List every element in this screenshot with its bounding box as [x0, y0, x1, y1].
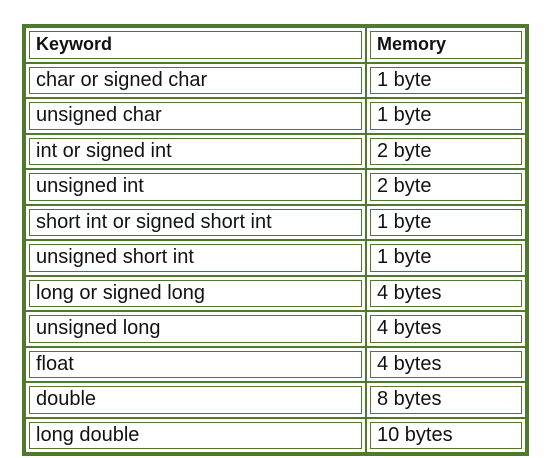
table-row: double 8 bytes	[26, 383, 525, 417]
table-row: unsigned short int 1 byte	[26, 241, 525, 275]
table-row: unsigned char 1 byte	[26, 99, 525, 133]
memory-cell: 4 bytes	[367, 347, 525, 381]
memory-cell: 1 byte	[367, 63, 525, 97]
table-row: int or signed int 2 byte	[26, 134, 525, 168]
memory-cell: 4 bytes	[367, 276, 525, 310]
keyword-cell: unsigned char	[26, 99, 365, 133]
keyword-cell: int or signed int	[26, 134, 365, 168]
header-memory: Memory	[367, 28, 525, 62]
data-type-memory-table: Keyword Memory char or signed char 1 byt…	[24, 26, 527, 454]
header-keyword: Keyword	[26, 28, 365, 62]
keyword-cell: unsigned int	[26, 170, 365, 204]
memory-cell: 2 byte	[367, 170, 525, 204]
memory-cell: 4 bytes	[367, 312, 525, 346]
keyword-cell: long or signed long	[26, 276, 365, 310]
memory-cell: 2 byte	[367, 134, 525, 168]
table-row: float 4 bytes	[26, 347, 525, 381]
table-row: unsigned int 2 byte	[26, 170, 525, 204]
table-row: short int or signed short int 1 byte	[26, 205, 525, 239]
table-row: long double 10 bytes	[26, 418, 525, 452]
memory-cell: 10 bytes	[367, 418, 525, 452]
keyword-cell: double	[26, 383, 365, 417]
table-header-row: Keyword Memory	[26, 28, 525, 62]
data-type-table-frame: Keyword Memory char or signed char 1 byt…	[22, 24, 529, 456]
memory-cell: 8 bytes	[367, 383, 525, 417]
keyword-cell: char or signed char	[26, 63, 365, 97]
table-row: long or signed long 4 bytes	[26, 276, 525, 310]
keyword-cell: unsigned long	[26, 312, 365, 346]
memory-cell: 1 byte	[367, 99, 525, 133]
memory-cell: 1 byte	[367, 205, 525, 239]
table-row: char or signed char 1 byte	[26, 63, 525, 97]
keyword-cell: unsigned short int	[26, 241, 365, 275]
keyword-cell: long double	[26, 418, 365, 452]
keyword-cell: short int or signed short int	[26, 205, 365, 239]
keyword-cell: float	[26, 347, 365, 381]
memory-cell: 1 byte	[367, 241, 525, 275]
table-row: unsigned long 4 bytes	[26, 312, 525, 346]
